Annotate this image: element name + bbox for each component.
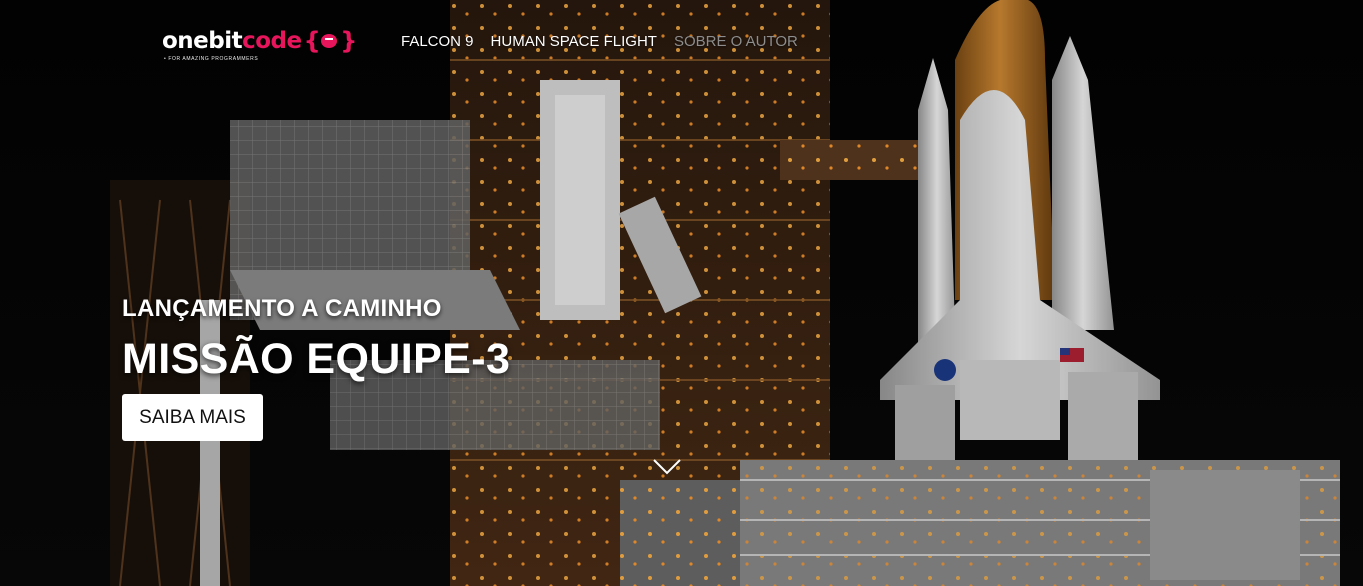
brand-name-part1: onebit: [162, 28, 243, 54]
nav-item-falcon-9[interactable]: FALCON 9: [401, 33, 474, 50]
brand-tagline: • FOR AMAZING PROGRAMMERS: [164, 56, 259, 62]
hero-kicker: LANÇAMENTO A CAMINHO: [122, 295, 442, 322]
saiba-mais-button[interactable]: SAIBA MAIS: [122, 394, 263, 441]
chevron-down-icon[interactable]: [652, 458, 682, 476]
rock-hand-icon: [321, 34, 338, 48]
brand-name-part2: code: [242, 28, 302, 54]
brand-wordmark: onebit code { }: [162, 28, 357, 54]
nav-item-human-space-flight[interactable]: HUMAN SPACE FLIGHT: [491, 33, 657, 50]
brand-brace-close: }: [340, 27, 357, 55]
brand-logo[interactable]: onebit code { } • FOR AMAZING PROGRAMMER…: [162, 28, 357, 62]
hero-section: onebit code { } • FOR AMAZING PROGRAMMER…: [0, 0, 1363, 586]
brand-brace-open: {: [303, 27, 321, 55]
launch-pad-background: [0, 0, 1363, 586]
hero-title: MISSÃO EQUIPE-3: [122, 335, 511, 383]
main-nav: FALCON 9 HUMAN SPACE FLIGHT SOBRE O AUTO…: [401, 33, 798, 50]
nav-item-sobre-o-autor[interactable]: SOBRE O AUTOR: [674, 33, 798, 50]
